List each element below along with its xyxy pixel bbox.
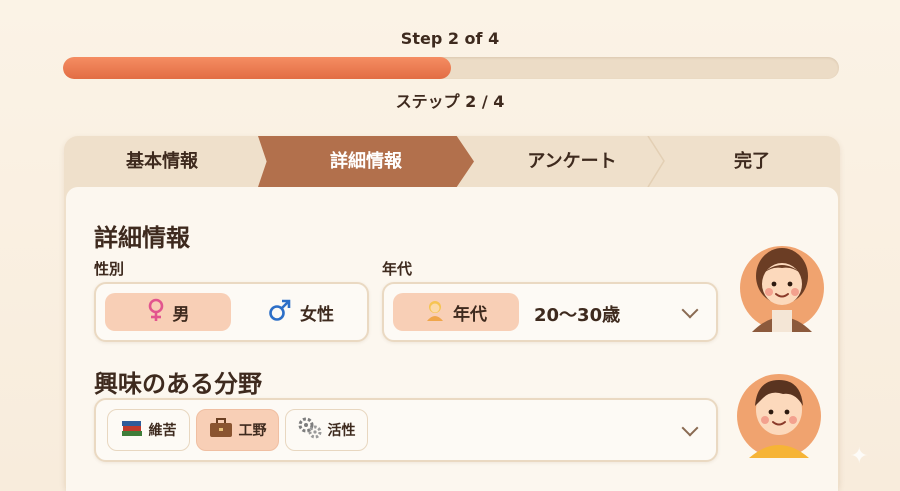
male-sign-icon (268, 298, 292, 327)
female-avatar-icon (740, 246, 824, 332)
age-label: 年代 (382, 260, 413, 278)
male-avatar-icon (737, 374, 821, 458)
progress-bar-fill (63, 57, 451, 79)
chevron-down-icon (681, 419, 699, 437)
gender-label: 性別 (94, 260, 125, 278)
step-tabs: 基本情報 詳細情報 アンケート 完了 (64, 136, 840, 187)
gears-icon (298, 417, 322, 443)
books-icon (121, 418, 143, 442)
age-select[interactable]: 年代 20〜30歳 (382, 282, 718, 342)
interests-select[interactable]: 維苦 工野 活性 (94, 398, 718, 462)
tab-basic-info[interactable]: 基本情報 (64, 136, 260, 187)
gender-option-male[interactable]: 男 (105, 293, 231, 331)
progress-bar (63, 57, 839, 79)
female-sign-icon (147, 298, 165, 327)
tab-survey[interactable]: アンケート (472, 136, 672, 187)
gender-option-label: 男 (172, 304, 190, 325)
gender-option-label: 女性 (300, 304, 334, 325)
section-title: 詳細情報 (94, 224, 190, 252)
person-icon (425, 299, 445, 326)
interest-chip[interactable]: 活性 (285, 409, 368, 451)
step-indicator-en: Step 2 of 4 (400, 29, 500, 48)
tab-separator-icon (647, 136, 665, 187)
chevron-down-icon (681, 301, 699, 319)
interest-chip-selected[interactable]: 工野 (196, 409, 279, 451)
tab-complete[interactable]: 完了 (664, 136, 840, 187)
interests-title: 興味のある分野 (94, 370, 262, 398)
gender-option-female[interactable]: 女性 (241, 293, 361, 331)
sparkle-icon: ✦ (850, 444, 869, 469)
tab-detail-info[interactable]: 詳細情報 (258, 136, 474, 187)
gender-field: 男 女性 (94, 282, 369, 342)
interest-chip[interactable]: 維苦 (107, 409, 190, 451)
step-indicator-jp: ステップ 2 / 4 (395, 92, 505, 111)
age-value: 20〜30歳 (534, 305, 621, 326)
age-chip-label: 年代 (453, 304, 487, 325)
briefcase-icon (209, 418, 233, 442)
age-chip: 年代 (393, 293, 519, 331)
